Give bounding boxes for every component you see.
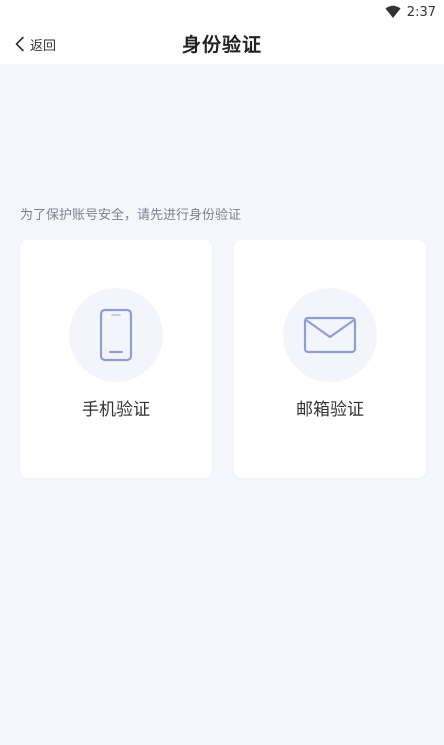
- status-bar: 2:37: [0, 0, 444, 24]
- mail-icon-circle: [283, 288, 377, 382]
- email-verify-card[interactable]: 邮箱验证: [234, 240, 426, 478]
- email-verify-label: 邮箱验证: [296, 400, 364, 420]
- phone-verify-card[interactable]: 手机验证: [20, 240, 212, 478]
- phone-icon-circle: [69, 288, 163, 382]
- phone-verify-label: 手机验证: [82, 400, 150, 420]
- mail-icon: [303, 316, 357, 354]
- status-time: 2:37: [406, 4, 436, 20]
- page-title: 身份验证: [181, 34, 262, 56]
- phone-icon: [99, 308, 133, 362]
- verification-hint: 为了保护账号安全，请先进行身份验证: [20, 208, 242, 223]
- status-right: 2:37: [385, 3, 436, 21]
- wifi-icon: [385, 5, 401, 18]
- nav-bar: 返回 身份验证: [0, 24, 444, 64]
